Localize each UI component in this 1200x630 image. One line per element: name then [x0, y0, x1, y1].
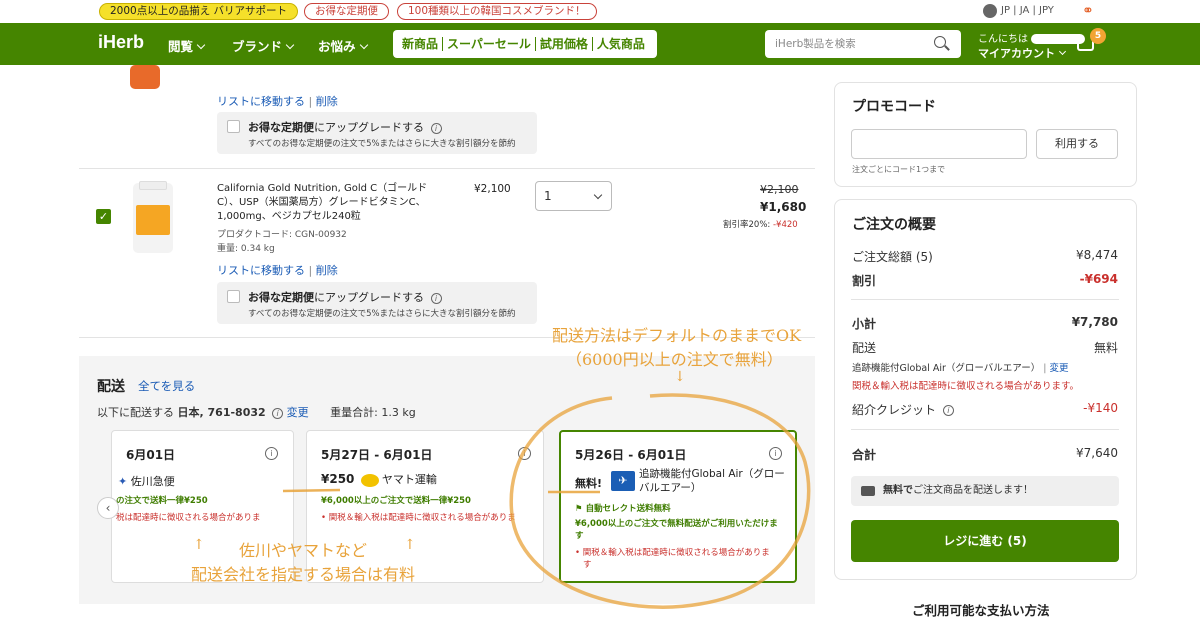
- annotation-default-ok: 配送方法はデフォルトのままでOK: [552, 326, 802, 345]
- items-total-label: ご注文総額 (5): [852, 250, 933, 264]
- payment-methods-title: ご利用可能な支払い方法: [912, 603, 1050, 618]
- divider: [851, 429, 1119, 430]
- promo-code-input[interactable]: [851, 129, 1027, 159]
- referral-credit-text: 紹介クレジット: [852, 403, 937, 417]
- divider: |: [1043, 363, 1047, 374]
- annotation-arrow-up: ↑: [404, 537, 416, 553]
- discount-value: -¥694: [1079, 272, 1118, 286]
- banner-bold: 無料で: [883, 485, 913, 496]
- apply-promo-button[interactable]: 利用する: [1036, 129, 1118, 159]
- checkout-button[interactable]: レジに進む (5): [851, 520, 1119, 562]
- annotation-arrow-up: ↑: [193, 537, 205, 553]
- shipping-method-name: 追跡機能付Global Air（グローバルエアー）: [852, 363, 1041, 374]
- subtotal-label: 小計: [852, 317, 877, 331]
- referral-credit-label: 紹介クレジット i: [852, 401, 954, 418]
- subtotal-value: ¥7,780: [1071, 315, 1118, 329]
- banner-rest: ご注文商品を配送します！: [913, 485, 1033, 496]
- free-shipping-banner: 無料でご注文商品を配送します！: [851, 476, 1119, 506]
- referral-credit-value: -¥140: [1083, 401, 1118, 415]
- truck-icon: [861, 486, 875, 496]
- annotation-free-over-6000: （6000円以上の注文で無料）: [566, 350, 783, 369]
- grand-total-label: 合計: [852, 448, 877, 462]
- grand-total-value: ¥7,640: [1076, 446, 1118, 460]
- annotation-arrow-down: ↓: [674, 369, 686, 385]
- discount-label: 割引: [852, 274, 877, 288]
- shipping-label: 配送: [852, 341, 877, 355]
- shipping-method: 追跡機能付Global Air（グローバルエアー） | 変更: [852, 360, 1069, 374]
- promo-note: 注文ごとにコード1つまで: [852, 165, 946, 174]
- summary-tax-note: 関税＆輸入税は配達時に徴収される場合があります。: [852, 381, 1080, 392]
- change-shipping-link[interactable]: 変更: [1049, 363, 1068, 374]
- annotation-underline: [282, 488, 341, 493]
- shipping-value: 無料: [1093, 341, 1118, 355]
- annotation-carrier-note: 佐川やヤマトなど: [239, 541, 368, 560]
- items-total-value: ¥8,474: [1076, 248, 1118, 262]
- divider: [851, 299, 1119, 300]
- annotation-paid-note: 配送会社を指定する場合は有料: [191, 565, 416, 584]
- summary-title: ご注文の概要: [852, 217, 936, 233]
- annotation-circle: [509, 393, 811, 609]
- promo-title: プロモコード: [852, 99, 936, 115]
- info-icon[interactable]: i: [942, 405, 954, 416]
